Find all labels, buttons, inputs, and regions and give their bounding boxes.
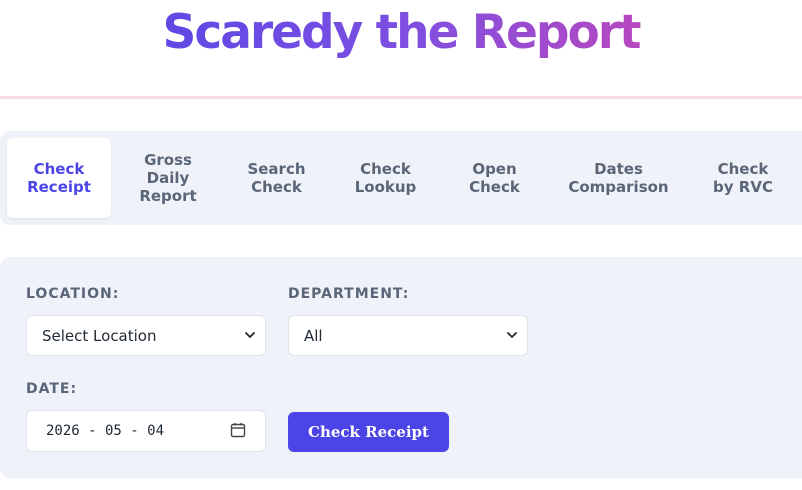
calendar-icon[interactable] — [230, 422, 246, 438]
chevron-down-icon — [507, 332, 517, 338]
tab-label-line: Receipt — [27, 178, 91, 196]
report-tabs: Check Receipt Gross Daily Report Search … — [0, 131, 802, 225]
department-label: DEPARTMENT: — [288, 286, 410, 302]
check-receipt-button[interactable]: Check Receipt — [288, 412, 449, 452]
tab-label-line: Lookup — [354, 178, 417, 196]
location-select-value: Select Location — [42, 327, 157, 345]
app-header: Scaredy the Report — [0, 0, 802, 96]
tab-check-lookup[interactable]: Check Lookup — [335, 131, 436, 225]
tab-label-line: Check — [251, 178, 302, 196]
date-label: DATE: — [26, 381, 78, 397]
tab-label-line: Check — [469, 178, 520, 196]
department-select-value: All — [304, 327, 323, 345]
tab-check-receipt[interactable]: Check Receipt — [7, 138, 111, 218]
page-title: Scaredy the Report — [0, 2, 802, 64]
tab-label-line: Check — [360, 160, 411, 178]
department-select[interactable]: All — [288, 315, 528, 356]
tab-label-line: by RVC — [713, 178, 773, 196]
tab-label-line: Daily — [146, 169, 190, 187]
tab-label-line: Open — [472, 160, 517, 178]
tab-label-line: Search — [247, 160, 306, 178]
tab-gross-daily-report[interactable]: Gross Daily Report — [118, 131, 218, 225]
location-select[interactable]: Select Location — [26, 315, 266, 356]
header-divider — [0, 96, 802, 99]
tab-label-line: Gross — [144, 151, 192, 169]
date-input-value: 2026 - 05 - 04 — [46, 423, 165, 439]
tab-open-check[interactable]: Open Check — [444, 131, 545, 225]
date-input[interactable]: 2026 - 05 - 04 — [26, 410, 266, 452]
chevron-down-icon — [245, 332, 255, 338]
tab-label-line: Check — [33, 160, 85, 178]
tab-label-line: Dates — [594, 160, 643, 178]
tab-label-line: Check — [717, 160, 769, 178]
location-label: LOCATION: — [26, 286, 120, 302]
tab-check-by-rvc[interactable]: Check by RVC — [693, 131, 793, 225]
tab-label-line: Report — [139, 187, 197, 205]
tab-dates-comparison[interactable]: Dates Comparison — [556, 131, 681, 225]
tab-search-check[interactable]: Search Check — [226, 131, 327, 225]
tab-label-line: Comparison — [568, 178, 669, 196]
